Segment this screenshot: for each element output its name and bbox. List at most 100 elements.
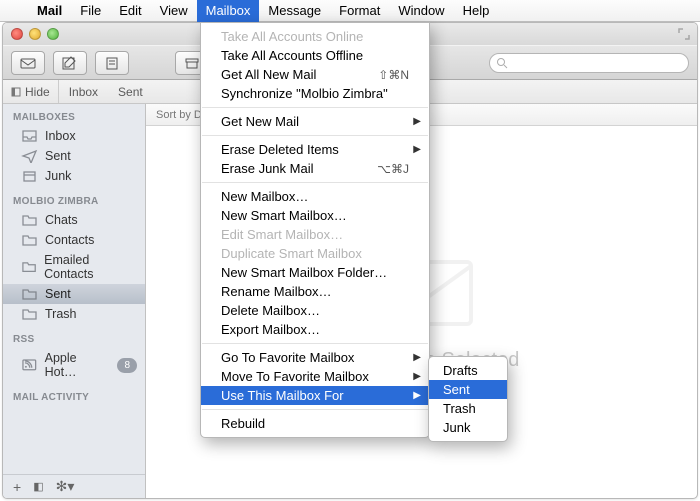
compose-button[interactable] [53,51,87,75]
menu-item-erase-junk-mail[interactable]: Erase Junk Mail ⌥⌘J [201,159,429,178]
menu-item-new-smart-mailbox-[interactable]: New Smart Mailbox… [201,206,429,225]
sidebar-item-trash[interactable]: Trash [3,304,145,324]
menu-separator [202,409,428,410]
shortcut: ⌥⌘J [377,162,409,176]
menu-item-go-to-favorite-mailbox[interactable]: Go To Favorite Mailbox▶ [201,348,429,367]
menu-separator [202,343,428,344]
submenu-item-junk[interactable]: Junk [429,418,507,437]
add-button[interactable]: + [13,479,21,495]
show-button[interactable]: ◧ [33,480,43,493]
sidebar-item-inbox[interactable]: Inbox [3,126,145,146]
sidebar-item-emailed-contacts[interactable]: Emailed Contacts [3,250,145,284]
menubar-message[interactable]: Message [259,0,330,22]
sidebar-item-label: Contacts [45,233,94,247]
submenu-arrow-icon: ▶ [413,371,421,382]
submenu-arrow-icon: ▶ [413,144,421,155]
sidebar-item-label: Inbox [45,129,76,143]
menu-item-new-smart-mailbox-folder-[interactable]: New Smart Mailbox Folder… [201,263,429,282]
menu-item-label: New Mailbox… [221,189,308,204]
rss-icon [21,358,38,372]
submenu-arrow-icon: ▶ [413,390,421,401]
menubar-edit[interactable]: Edit [110,0,150,22]
fullscreen-icon[interactable] [678,28,690,40]
sidebar-item-contacts[interactable]: Contacts [3,230,145,250]
sidebar-section-mail-activity: MAIL ACTIVITY [3,384,145,406]
menu-item-label: Export Mailbox… [221,322,320,337]
hide-favorites-button[interactable]: Hide [3,80,59,103]
menubar-app[interactable]: Mail [28,0,71,22]
menubar-file[interactable]: File [71,0,110,22]
menubar-format[interactable]: Format [330,0,389,22]
sidebar-item-sent[interactable]: Sent [3,284,145,304]
menu-item-label: Get All New Mail [221,67,316,82]
submenu-item-trash[interactable]: Trash [429,399,507,418]
menu-item-new-mailbox-[interactable]: New Mailbox… [201,187,429,206]
folder-icon [21,260,37,274]
menu-item-edit-smart-mailbox-: Edit Smart Mailbox… [201,225,429,244]
menu-item-label: Duplicate Smart Mailbox [221,246,362,261]
badge: 8 [117,358,137,373]
get-mail-button[interactable] [11,51,45,75]
menu-item-label: Edit Smart Mailbox… [221,227,343,242]
sidebar-item-label: Emailed Contacts [44,253,137,281]
submenu-item-drafts[interactable]: Drafts [429,361,507,380]
sidebar-section-molbio-zimbra: MOLBIO ZIMBRA [3,188,145,210]
favorite-sent[interactable]: Sent [108,85,153,99]
inbox-icon [21,129,38,143]
folder-icon [21,287,38,301]
sidebar-item-label: Sent [45,149,71,163]
search-field[interactable] [489,53,689,73]
menu-item-erase-deleted-items[interactable]: Erase Deleted Items ▶ [201,140,429,159]
folder-icon [21,307,38,321]
shortcut: ⇧⌘N [378,68,409,82]
submenu-item-sent[interactable]: Sent [429,380,507,399]
action-button[interactable]: ✻▾ [56,478,75,495]
sidebar-item-label: Junk [45,169,71,183]
hide-icon [11,87,21,97]
close-button[interactable] [11,28,23,40]
sidebar-item-chats[interactable]: Chats [3,210,145,230]
search-input[interactable] [508,57,682,69]
menu-separator [202,107,428,108]
menubar-window[interactable]: Window [389,0,453,22]
menu-item-label: Erase Deleted Items [221,142,339,157]
menu-item-synchronize-molbio-zimbra-[interactable]: Synchronize "Molbio Zimbra" [201,84,429,103]
submenu-arrow-icon: ▶ [413,116,421,127]
folder-icon [21,213,38,227]
favorite-inbox[interactable]: Inbox [59,85,108,99]
note-button[interactable] [95,51,129,75]
sidebar-item-junk[interactable]: Junk [3,166,145,186]
menu-item-move-to-favorite-mailbox[interactable]: Move To Favorite Mailbox▶ [201,367,429,386]
submenu-arrow-icon: ▶ [413,352,421,363]
menu-item-use-this-mailbox-for[interactable]: Use This Mailbox For▶ [201,386,429,405]
menu-item-delete-mailbox-[interactable]: Delete Mailbox… [201,301,429,320]
menu-item-export-mailbox-[interactable]: Export Mailbox… [201,320,429,339]
menubar-help[interactable]: Help [454,0,499,22]
menu-item-rename-mailbox-[interactable]: Rename Mailbox… [201,282,429,301]
menu-item-label: Synchronize "Molbio Zimbra" [221,86,388,101]
menu-item-rebuild[interactable]: Rebuild [201,414,429,433]
sidebar-item-sent[interactable]: Sent [3,146,145,166]
menubar-view[interactable]: View [151,0,197,22]
menu-item-label: Erase Junk Mail [221,161,313,176]
menu-item-label: Take All Accounts Offline [221,48,363,63]
minimize-button[interactable] [29,28,41,40]
zoom-button[interactable] [47,28,59,40]
sidebar-item-label: Chats [45,213,78,227]
menu-item-duplicate-smart-mailbox: Duplicate Smart Mailbox [201,244,429,263]
menu-item-get-new-mail[interactable]: Get New Mail ▶ [201,112,429,131]
sidebar-section-rss: RSS [3,326,145,348]
menu-item-label: New Smart Mailbox… [221,208,347,223]
menu-separator [202,135,428,136]
menu-item-take-all-accounts-offline[interactable]: Take All Accounts Offline [201,46,429,65]
sidebar-item-apple-hot-[interactable]: Apple Hot…8 [3,348,145,382]
junk-icon [21,169,38,183]
menubar-mailbox[interactable]: Mailbox [197,0,260,22]
menu-item-get-all-new-mail[interactable]: Get All New Mail ⇧⌘N [201,65,429,84]
sent-icon [21,149,38,163]
menu-item-label: Get New Mail [221,114,299,129]
search-icon [496,57,508,69]
folder-icon [21,233,38,247]
sidebar-item-label: Sent [45,287,71,301]
sidebar: MAILBOXESInboxSentJunkMOLBIO ZIMBRAChats… [3,104,146,498]
